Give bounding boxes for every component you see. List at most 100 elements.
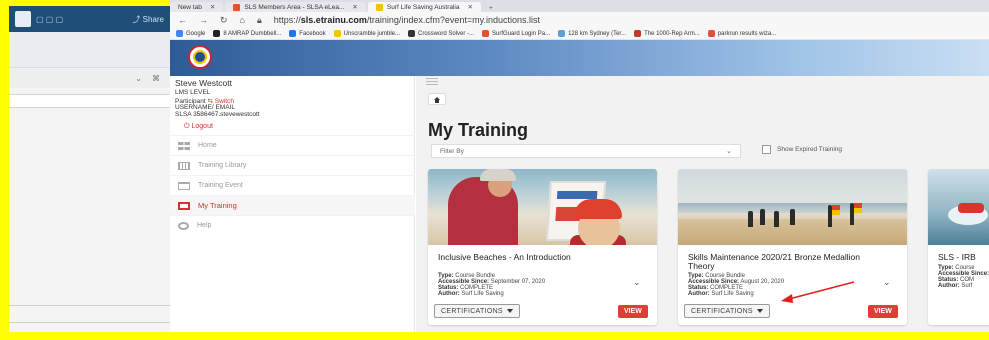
user-name: Steve Westcott xyxy=(175,78,233,88)
new-tab-icon[interactable]: + xyxy=(483,5,499,12)
bookmark-icon xyxy=(482,30,490,37)
back-icon[interactable]: ← xyxy=(178,15,187,25)
author-label: Author: xyxy=(938,283,960,289)
tab-label: New tab xyxy=(178,3,202,11)
bookmark-label: Crossword Solver -... xyxy=(418,30,475,37)
breadcrumb-home[interactable] xyxy=(428,93,446,105)
divider xyxy=(9,305,170,306)
reload-icon[interactable]: ↻ xyxy=(220,15,228,26)
home-icon xyxy=(434,96,440,103)
url-path: /training/index.cfm?event=my.inductions.… xyxy=(366,15,540,25)
sidebar-item-label: Training Event xyxy=(198,182,243,189)
grid-icon xyxy=(178,141,190,150)
bookmark-label: The 1000-Rep Arm... xyxy=(644,30,700,37)
bookmark-icon xyxy=(558,30,566,37)
bookmark-icon xyxy=(634,30,642,37)
page-title: My Training xyxy=(428,120,529,140)
home-icon[interactable]: ⌂ xyxy=(240,15,245,25)
share-button[interactable]: ⤴ Share xyxy=(132,14,164,25)
show-expired-toggle[interactable]: Show Expired Training xyxy=(762,145,842,154)
close-icon[interactable]: ✕ xyxy=(467,3,472,11)
library-icon xyxy=(178,161,190,170)
bookmark-label: 128 km Sydney (Ter... xyxy=(568,30,627,37)
logout-icon: ⏻ xyxy=(184,123,190,130)
sidebar-item-my-training[interactable]: My Training xyxy=(170,195,415,215)
certifications-label: CERTIFICATIONS xyxy=(691,307,753,315)
certifications-button[interactable]: CERTIFICATIONS xyxy=(434,304,520,318)
sls-logo[interactable] xyxy=(188,45,212,69)
site-header xyxy=(170,40,989,76)
main-content: My Training Filter By ⌄ Show Expired Trai… xyxy=(416,76,989,332)
browser-window: New tab ✕ SLS Members Area - SLSA eLea...… xyxy=(170,0,989,332)
url-input[interactable]: https://sls.etrainu.com/training/index.c… xyxy=(274,15,981,25)
bookmark-label: Google xyxy=(186,30,206,37)
sidebar-menu: Home Training Library Training Event My … xyxy=(170,135,415,235)
view-button[interactable]: VIEW xyxy=(868,305,898,318)
hamburger-menu-icon[interactable] xyxy=(426,78,438,85)
tab-surf-life-saving[interactable]: Surf Life Saving Australia ✕ xyxy=(367,2,481,12)
share-icon: ⤴ xyxy=(132,14,141,24)
card-meta-author: Author: Surf Life Saving xyxy=(438,291,504,298)
tab-sls-members[interactable]: SLS Members Area - SLSA eLea... ✕ xyxy=(225,2,366,12)
training-card: Skills Maintenance 2020/21 Bronze Medall… xyxy=(678,169,907,325)
forward-icon[interactable]: → xyxy=(199,15,208,25)
expand-chevron-icon[interactable]: ⌄ xyxy=(633,277,641,288)
background-input-field[interactable] xyxy=(9,94,170,108)
pin-icon[interactable]: ⌘ xyxy=(152,74,160,83)
author-value: Surf Life Saving xyxy=(461,291,504,297)
calendar-icon xyxy=(178,181,190,190)
person-silhouette xyxy=(760,209,765,225)
bookmark-item[interactable]: parkrun results wiza... xyxy=(707,30,776,37)
tab-new-tab[interactable]: New tab ✕ xyxy=(170,2,224,12)
bookmark-icon xyxy=(408,30,415,37)
bookmark-item[interactable]: Unscramble jumble... xyxy=(333,30,400,37)
bookmark-item[interactable]: 128 km Sydney (Ter... xyxy=(558,30,626,37)
irb-boat xyxy=(958,203,984,213)
close-icon[interactable]: ✕ xyxy=(352,3,357,11)
sidebar-item-home[interactable]: Home xyxy=(170,135,415,155)
sidebar-item-help[interactable]: Help xyxy=(170,215,415,235)
author-value: Surf xyxy=(961,283,973,289)
bookmark-item[interactable]: SurfGuard Login Pa... xyxy=(482,30,550,37)
certifications-button[interactable]: CERTIFICATIONS xyxy=(684,304,770,318)
course-image xyxy=(678,169,907,245)
sidebar-item-label: Training Library xyxy=(198,162,247,169)
show-expired-label: Show Expired Training xyxy=(777,146,843,153)
expand-chevron-icon[interactable]: ⌄ xyxy=(883,277,891,288)
bookmark-label: SurfGuard Login Pa... xyxy=(492,30,551,37)
course-image xyxy=(928,169,989,245)
sidebar: Steve Westcott LMS LEVEL Participant ⇆ S… xyxy=(170,76,415,332)
sidebar-item-training-event[interactable]: Training Event xyxy=(170,175,415,195)
close-icon[interactable]: ✕ xyxy=(210,3,215,11)
card-title: SLS - IRB xyxy=(938,252,976,262)
logout-link[interactable]: ⏻ Logout xyxy=(184,123,213,131)
sidebar-item-training-library[interactable]: Training Library xyxy=(170,155,415,175)
favicon-icon xyxy=(375,3,383,11)
bookmark-icon xyxy=(707,30,715,37)
chevron-down-icon[interactable]: ⌄ xyxy=(135,74,142,83)
bookmark-item[interactable]: Google xyxy=(176,30,205,37)
bookmark-item[interactable]: 8 AMRAP Dumbbell... xyxy=(213,30,281,37)
person-silhouette xyxy=(790,209,795,225)
bookmark-item[interactable]: The 1000-Rep Arm... xyxy=(634,30,700,37)
training-card: Inclusive Beaches - An Introduction Type… xyxy=(428,169,657,325)
since-value: August 20, 2020 xyxy=(740,279,785,285)
filter-select[interactable]: Filter By ⌄ xyxy=(431,144,741,158)
bookmark-item[interactable]: Crossword Solver -... xyxy=(408,30,474,37)
url-host: sls.etrainu.com xyxy=(300,15,367,25)
frame-bottom xyxy=(0,332,989,340)
bookmark-icon xyxy=(176,30,183,37)
background-app-titlebar: ▢ ▢ ▢ ⤴ Share xyxy=(9,6,170,32)
lock-icon: 🔒︎ xyxy=(256,14,262,25)
surf-flag-yellow xyxy=(832,210,840,215)
background-app-panel: ▢ ▢ ▢ ⤴ Share ⌄ ⌘ xyxy=(9,6,170,332)
sidebar-item-label: Help xyxy=(197,222,212,229)
child-hat xyxy=(574,199,622,219)
view-button[interactable]: VIEW xyxy=(618,305,648,318)
instructor-hat xyxy=(480,169,516,181)
bookmark-label: Facebook xyxy=(299,30,326,37)
bookmark-item[interactable]: Facebook xyxy=(289,30,326,37)
show-expired-checkbox[interactable] xyxy=(762,145,771,154)
author-label: Author: xyxy=(688,291,710,297)
help-icon xyxy=(178,221,189,230)
